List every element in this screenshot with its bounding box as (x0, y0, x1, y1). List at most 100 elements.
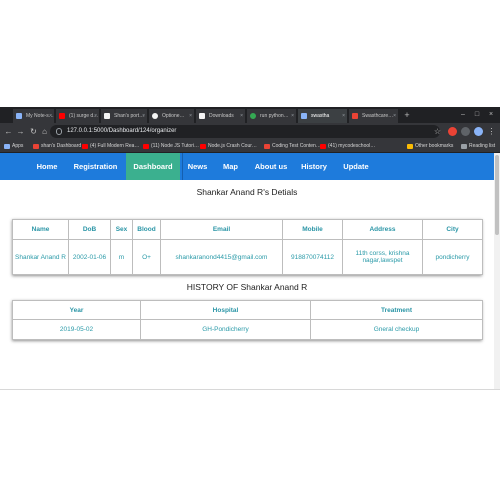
back-icon[interactable]: ← (3, 126, 14, 137)
bookmark-modern-react[interactable]: (4) Full Modern Rea… (82, 140, 139, 153)
browser-tab-6[interactable]: run python… × (247, 109, 297, 123)
nav-divider (182, 153, 183, 180)
history-table: Year Hospital Treatment 2019-05-02 GH-Po… (12, 300, 483, 340)
new-tab-button[interactable]: + (402, 109, 412, 123)
nav-dashboard[interactable]: Dashboard (126, 153, 180, 180)
browser-tab-8[interactable]: Swasthcare… × (349, 109, 399, 123)
folder-icon (407, 144, 413, 149)
patient-header-row: Name DoB Sex Blood Email Mobile Address … (12, 219, 483, 240)
col-email: Email (160, 219, 283, 240)
browser-tab-2[interactable]: (1) surge d… × (56, 109, 100, 123)
close-icon[interactable]: × (49, 109, 52, 123)
nav-map[interactable]: Map (217, 153, 244, 180)
close-icon[interactable]: × (240, 109, 243, 123)
nav-about-us[interactable]: About us (251, 153, 291, 180)
bookmark-label: (4) Full Modern Rea… (90, 143, 140, 149)
bookmark-apps[interactable]: Apps (4, 140, 23, 153)
youtube-icon (320, 144, 326, 149)
bookmark-node-tutorial[interactable]: (11) Node JS Tutori… (143, 140, 199, 153)
close-icon[interactable]: × (189, 109, 192, 123)
cell-treatment: Gneral checkup (310, 319, 483, 340)
tab-favicon-icon (16, 113, 22, 119)
tab-title: Optione… (162, 113, 185, 119)
col-dob: DoB (68, 219, 111, 240)
bookmark-label: Other bookmarks (415, 143, 454, 149)
youtube-icon (143, 144, 149, 149)
tab-title: swastha (311, 113, 330, 119)
address-bar[interactable]: 127.0.0.1:5000/Dashboard/124/organizer (50, 125, 440, 138)
col-sex: Sex (110, 219, 133, 240)
bookmark-other[interactable]: Other bookmarks (407, 140, 453, 153)
close-icon[interactable]: × (291, 109, 294, 123)
bookmark-label: (11) Node JS Tutori… (151, 143, 199, 149)
puzzle-icon[interactable] (461, 127, 470, 136)
history-heading: HISTORY OF Shankar Anand R (186, 282, 308, 292)
browser-tab-4[interactable]: Optione… × (149, 109, 195, 123)
cell-blood: O+ (132, 239, 161, 275)
close-icon[interactable]: × (393, 109, 396, 123)
bookmark-label: (41) mycodeschool… (328, 143, 376, 149)
close-icon[interactable]: × (342, 109, 345, 123)
menu-dots-icon[interactable]: ⋮ (486, 126, 497, 137)
col-name: Name (12, 219, 69, 240)
bookmark-reading-list[interactable]: Reading list (461, 140, 495, 153)
nav-update[interactable]: Update (338, 153, 374, 180)
browser-tab-7-active[interactable]: swastha × (298, 109, 348, 123)
tab-title: Swasthcare… (362, 113, 394, 119)
reading-list-icon (461, 144, 467, 149)
bookmark-label: Reading list (469, 143, 496, 149)
apps-grid-icon (4, 144, 10, 149)
tab-title: run python… (260, 113, 289, 119)
nav-history[interactable]: History (297, 153, 331, 180)
cell-dob: 2002-01-06 (68, 239, 111, 275)
col-address: Address (342, 219, 423, 240)
close-icon[interactable]: × (94, 109, 97, 123)
patient-details-heading: Shankar Anand R's Detials (196, 187, 298, 197)
reload-icon[interactable]: ↻ (28, 126, 39, 137)
browser-tab-5[interactable]: Downloads × (196, 109, 246, 123)
profile-avatar[interactable] (474, 127, 483, 136)
screenshot-stage: My Note-s… × (1) surge d… × Shan's port… × … (0, 0, 500, 500)
nav-registration[interactable]: Registration (66, 153, 125, 180)
youtube-icon (200, 144, 206, 149)
browser-tab-3[interactable]: Shan's port… × (101, 109, 148, 123)
browser-toolbar: ← → ↻ ⌂ 127.0.0.1:5000/Dashboard/124/org… (0, 123, 500, 140)
tab-strip: My Note-s… × (1) surge d… × Shan's port… × … (0, 107, 500, 123)
app-navbar: Home Registration Dashboard News Map Abo… (0, 153, 500, 180)
maximize-icon[interactable]: □ (470, 109, 484, 121)
close-icon[interactable]: × (142, 109, 145, 123)
bookmark-shans-dashboard[interactable]: shan's Dashboard (33, 140, 81, 153)
bookmark-label: shan's Dashboard (41, 143, 82, 149)
star-icon[interactable]: ☆ (432, 126, 443, 137)
cell-hospital: GH-Pondicherry (140, 319, 311, 340)
cell-city: pondicherry (422, 239, 483, 275)
minimize-icon[interactable]: – (456, 109, 470, 121)
bookmark-node-crash-course[interactable]: Node.js Crash Cour… (200, 140, 257, 153)
nav-news[interactable]: News (184, 153, 211, 180)
youtube-icon (82, 144, 88, 149)
browser-window: My Note-s… × (1) surge d… × Shan's port… × … (0, 107, 500, 390)
bookmark-mycodeschool[interactable]: (41) mycodeschool… (320, 140, 375, 153)
extension-icon[interactable] (448, 127, 457, 136)
info-icon (56, 128, 62, 135)
gmail-icon (352, 113, 358, 119)
browser-tab-1[interactable]: My Note-s… × (13, 109, 55, 123)
nav-home[interactable]: Home (28, 153, 66, 180)
cell-sex: m (110, 239, 133, 275)
tab-title: Shan's port… (114, 113, 145, 119)
history-header-row: Year Hospital Treatment (12, 300, 483, 320)
col-treatment: Treatment (310, 300, 483, 320)
scrollbar-thumb[interactable] (495, 155, 499, 235)
home-icon[interactable]: ⌂ (39, 126, 50, 137)
col-year: Year (12, 300, 141, 320)
forward-icon[interactable]: → (15, 126, 26, 137)
col-city: City (422, 219, 483, 240)
download-icon (199, 113, 205, 119)
tab-favicon-icon (104, 113, 110, 119)
window-close-icon[interactable]: × (484, 109, 498, 121)
bookmark-favicon-icon (264, 144, 270, 149)
cell-year: 2019-05-02 (12, 319, 141, 340)
col-hospital: Hospital (140, 300, 311, 320)
bookmark-coding-test[interactable]: Coding Test Conten… (264, 140, 321, 153)
cell-mobile: 918870074112 (282, 239, 343, 275)
